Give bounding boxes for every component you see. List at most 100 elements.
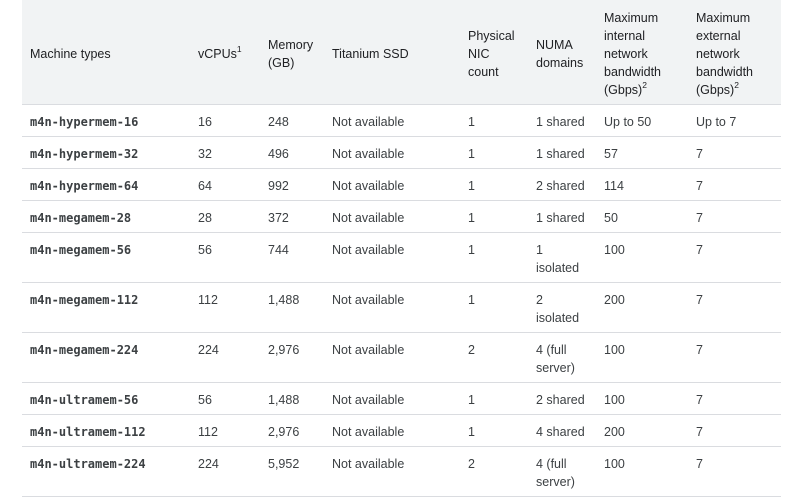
machine-type-cell: m4n-hypermem-32 bbox=[22, 136, 190, 169]
internal-bandwidth-cell: 114 bbox=[596, 168, 688, 201]
header-max-external-label: Maximum external network bandwidth (Gbps… bbox=[696, 10, 753, 97]
internal-bandwidth-cell: 200 bbox=[596, 414, 688, 447]
header-memory: Memory (GB) bbox=[260, 0, 324, 105]
footnote-2: 2 bbox=[734, 79, 739, 90]
external-bandwidth-cell: 7 bbox=[688, 446, 781, 497]
table-row: m4n-megamem-28 28 372 Not available 1 1 … bbox=[22, 200, 781, 233]
machine-type-cell: m4n-ultramem-112 bbox=[22, 414, 190, 447]
ssd-cell: Not available bbox=[324, 414, 460, 447]
memory-cell: 2,976 bbox=[260, 332, 324, 383]
machine-type-cell: m4n-ultramem-224 bbox=[22, 446, 190, 497]
nic-cell: 1 bbox=[460, 200, 528, 233]
table-body: m4n-hypermem-16 16 248 Not available 1 1… bbox=[22, 104, 781, 497]
internal-bandwidth-cell: 100 bbox=[596, 382, 688, 415]
machine-type-cell: m4n-megamem-56 bbox=[22, 232, 190, 283]
memory-cell: 1,488 bbox=[260, 382, 324, 415]
machine-type-cell: m4n-megamem-112 bbox=[22, 282, 190, 333]
ssd-cell: Not available bbox=[324, 104, 460, 137]
machine-type-cell: m4n-hypermem-64 bbox=[22, 168, 190, 201]
nic-cell: 1 bbox=[460, 168, 528, 201]
external-bandwidth-cell: Up to 7 bbox=[688, 104, 781, 137]
footnote-1: 1 bbox=[236, 43, 242, 54]
internal-bandwidth-cell: 100 bbox=[596, 446, 688, 497]
nic-cell: 1 bbox=[460, 382, 528, 415]
numa-cell: 2 shared bbox=[528, 382, 596, 415]
table-row: m4n-ultramem-224 224 5,952 Not available… bbox=[22, 446, 781, 497]
machine-types-table: Machine types vCPUs1 Memory (GB) Titaniu… bbox=[22, 0, 781, 497]
ssd-cell: Not available bbox=[324, 136, 460, 169]
nic-cell: 1 bbox=[460, 282, 528, 333]
vcpus-cell: 16 bbox=[190, 104, 260, 137]
external-bandwidth-cell: 7 bbox=[688, 136, 781, 169]
header-physical-nic: Physical NIC count bbox=[460, 0, 528, 105]
internal-bandwidth-cell: 100 bbox=[596, 332, 688, 383]
external-bandwidth-cell: 7 bbox=[688, 414, 781, 447]
numa-cell: 2 shared bbox=[528, 168, 596, 201]
internal-bandwidth-cell: 100 bbox=[596, 232, 688, 283]
numa-cell: 4 (full server) bbox=[528, 332, 596, 383]
nic-cell: 1 bbox=[460, 104, 528, 137]
nic-cell: 2 bbox=[460, 446, 528, 497]
memory-cell: 5,952 bbox=[260, 446, 324, 497]
nic-cell: 1 bbox=[460, 414, 528, 447]
table-header: Machine types vCPUs1 Memory (GB) Titaniu… bbox=[22, 0, 781, 105]
numa-cell: 1 shared bbox=[528, 200, 596, 233]
vcpus-cell: 32 bbox=[190, 136, 260, 169]
ssd-cell: Not available bbox=[324, 232, 460, 283]
nic-cell: 1 bbox=[460, 136, 528, 169]
numa-cell: 4 (full server) bbox=[528, 446, 596, 497]
internal-bandwidth-cell: 57 bbox=[596, 136, 688, 169]
external-bandwidth-cell: 7 bbox=[688, 332, 781, 383]
memory-cell: 2,976 bbox=[260, 414, 324, 447]
memory-cell: 372 bbox=[260, 200, 324, 233]
table-row: m4n-megamem-56 56 744 Not available 1 1 … bbox=[22, 232, 781, 283]
ssd-cell: Not available bbox=[324, 200, 460, 233]
header-vcpus: vCPUs1 bbox=[190, 0, 260, 105]
internal-bandwidth-cell: 50 bbox=[596, 200, 688, 233]
numa-cell: 1 isolated bbox=[528, 232, 596, 283]
vcpus-cell: 28 bbox=[190, 200, 260, 233]
numa-cell: 1 shared bbox=[528, 136, 596, 169]
ssd-cell: Not available bbox=[324, 332, 460, 383]
vcpus-cell: 64 bbox=[190, 168, 260, 201]
memory-cell: 744 bbox=[260, 232, 324, 283]
vcpus-cell: 224 bbox=[190, 332, 260, 383]
ssd-cell: Not available bbox=[324, 446, 460, 497]
vcpus-cell: 56 bbox=[190, 232, 260, 283]
vcpus-cell: 112 bbox=[190, 282, 260, 333]
header-row: Machine types vCPUs1 Memory (GB) Titaniu… bbox=[22, 0, 781, 105]
ssd-cell: Not available bbox=[324, 168, 460, 201]
machine-type-cell: m4n-megamem-224 bbox=[22, 332, 190, 383]
memory-cell: 496 bbox=[260, 136, 324, 169]
header-numa: NUMA domains bbox=[528, 0, 596, 105]
memory-cell: 992 bbox=[260, 168, 324, 201]
header-machine-types: Machine types bbox=[22, 0, 190, 105]
numa-cell: 2 isolated bbox=[528, 282, 596, 333]
header-vcpus-label: vCPUs bbox=[198, 46, 237, 61]
table-row: m4n-megamem-224 224 2,976 Not available … bbox=[22, 332, 781, 383]
machine-type-cell: m4n-megamem-28 bbox=[22, 200, 190, 233]
ssd-cell: Not available bbox=[324, 382, 460, 415]
vcpus-cell: 56 bbox=[190, 382, 260, 415]
external-bandwidth-cell: 7 bbox=[688, 282, 781, 333]
table-row: m4n-ultramem-56 56 1,488 Not available 1… bbox=[22, 382, 781, 415]
memory-cell: 1,488 bbox=[260, 282, 324, 333]
table-row: m4n-hypermem-64 64 992 Not available 1 2… bbox=[22, 168, 781, 201]
table-row: m4n-hypermem-32 32 496 Not available 1 1… bbox=[22, 136, 781, 169]
numa-cell: 4 shared bbox=[528, 414, 596, 447]
table-row: m4n-megamem-112 112 1,488 Not available … bbox=[22, 282, 781, 333]
table-row: m4n-hypermem-16 16 248 Not available 1 1… bbox=[22, 104, 781, 137]
vcpus-cell: 112 bbox=[190, 414, 260, 447]
header-max-internal-label: Maximum internal network bandwidth (Gbps… bbox=[604, 10, 661, 97]
external-bandwidth-cell: 7 bbox=[688, 168, 781, 201]
ssd-cell: Not available bbox=[324, 282, 460, 333]
internal-bandwidth-cell: 200 bbox=[596, 282, 688, 333]
internal-bandwidth-cell: Up to 50 bbox=[596, 104, 688, 137]
header-max-external: Maximum external network bandwidth (Gbps… bbox=[688, 0, 781, 105]
vcpus-cell: 224 bbox=[190, 446, 260, 497]
nic-cell: 2 bbox=[460, 332, 528, 383]
external-bandwidth-cell: 7 bbox=[688, 200, 781, 233]
nic-cell: 1 bbox=[460, 232, 528, 283]
header-max-internal: Maximum internal network bandwidth (Gbps… bbox=[596, 0, 688, 105]
numa-cell: 1 shared bbox=[528, 104, 596, 137]
